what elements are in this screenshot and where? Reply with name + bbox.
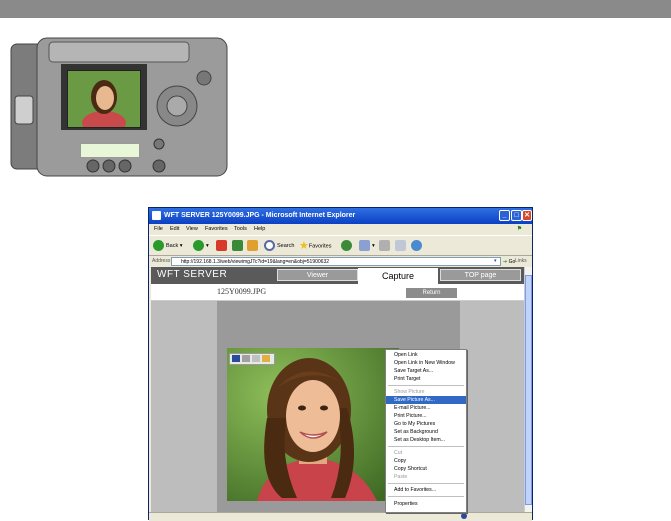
mail-icon <box>359 240 370 252</box>
camera-lcd-photo <box>67 70 141 128</box>
mail-button[interactable]: ▾ <box>359 239 375 253</box>
star-icon: ★ <box>299 240 309 252</box>
viewer-area <box>151 301 524 512</box>
close-button[interactable]: ✕ <box>522 210 532 221</box>
tab-capture[interactable]: Capture <box>358 268 438 284</box>
ie-icon <box>152 211 161 220</box>
menu-tools[interactable]: Tools <box>234 224 247 235</box>
browser-window: WFT SERVER 125Y0099.JPG - Microsoft Inte… <box>148 207 533 521</box>
menu-item-email-picture[interactable]: E-mail Picture... <box>386 404 466 412</box>
menu-item-set-background[interactable]: Set as Background <box>386 428 466 436</box>
home-button[interactable] <box>247 239 260 253</box>
menu-item-cut[interactable]: Cut <box>386 449 466 457</box>
header-bar <box>0 0 671 18</box>
title-bar: WFT SERVER 125Y0099.JPG - Microsoft Inte… <box>149 208 532 224</box>
favorites-label: Favorites <box>308 243 332 250</box>
portrait-photo[interactable] <box>227 348 399 501</box>
links-label[interactable]: Links <box>515 256 527 267</box>
menu-item-save-picture[interactable]: Save Picture As... <box>386 396 466 404</box>
site-nav: WFT SERVER Viewer Capture TOP page <box>151 267 524 284</box>
page-content: WFT SERVER Viewer Capture TOP page 125Y0… <box>151 267 524 512</box>
print-icon <box>379 240 390 252</box>
back-label: Back <box>166 243 179 249</box>
windows-logo-icon: ⚑ <box>517 226 522 232</box>
go-arrow-icon: ➔ <box>503 259 508 265</box>
address-bar: Address http://192.168.1.3/web/viewimgJT… <box>149 256 532 267</box>
status-bar <box>149 512 532 521</box>
menu-help[interactable]: Help <box>254 224 265 235</box>
menu-item-open-link-new-window[interactable]: Open Link in New Window <box>386 359 466 367</box>
home-icon <box>247 240 258 252</box>
tab-top-page[interactable]: TOP page <box>440 269 521 281</box>
menu-view[interactable]: View <box>186 224 198 235</box>
search-label: Search <box>277 243 295 249</box>
menu-separator <box>388 385 464 386</box>
print-icon[interactable] <box>242 355 250 362</box>
maximize-button[interactable]: □ <box>511 210 522 221</box>
refresh-button[interactable] <box>232 239 245 253</box>
edit-icon <box>395 240 406 252</box>
menu-item-go-to-my-pictures[interactable]: Go to My Pictures <box>386 420 466 428</box>
menu-item-properties[interactable]: Properties <box>386 500 466 508</box>
messenger-icon <box>411 240 422 252</box>
menu-separator <box>388 496 464 497</box>
minimize-button[interactable]: _ <box>499 210 510 221</box>
menu-item-paste[interactable]: Paste <box>386 473 466 481</box>
tab-viewer[interactable]: Viewer <box>277 269 358 281</box>
menu-item-show-picture[interactable]: Show Picture <box>386 388 466 396</box>
back-arrow-icon <box>153 240 164 252</box>
file-bar: 125Y0099.JPG Return <box>151 284 524 301</box>
edit-button[interactable] <box>395 239 408 253</box>
stop-button[interactable] <box>216 239 229 253</box>
menu-separator <box>388 483 464 484</box>
context-menu: Open Link Open Link in New Window Save T… <box>385 349 467 513</box>
image-toolbar <box>229 353 275 365</box>
file-name: 125Y0099.JPG <box>217 287 267 296</box>
address-dropdown-icon[interactable]: ▾ <box>494 256 497 267</box>
stop-icon <box>216 240 227 252</box>
print-button[interactable] <box>379 239 392 253</box>
refresh-icon <box>232 240 243 252</box>
forward-button[interactable]: ▾ <box>193 239 209 253</box>
folder-icon[interactable] <box>262 355 270 362</box>
messenger-button[interactable] <box>411 239 424 253</box>
menu-separator <box>388 446 464 447</box>
return-button[interactable]: Return <box>406 288 457 298</box>
menu-edit[interactable]: Edit <box>170 224 179 235</box>
search-button[interactable]: Search <box>264 239 294 253</box>
vertical-scrollbar[interactable] <box>524 267 532 512</box>
scroll-thumb[interactable] <box>525 275 532 505</box>
menu-item-open-link[interactable]: Open Link <box>386 351 466 359</box>
save-icon[interactable] <box>232 355 240 362</box>
site-brand: WFT SERVER <box>157 269 228 280</box>
address-label: Address <box>152 258 171 264</box>
camera-panel-label <box>80 143 140 158</box>
menu-item-copy[interactable]: Copy <box>386 457 466 465</box>
menu-item-add-to-favorites[interactable]: Add to Favorites... <box>386 486 466 494</box>
menu-item-copy-shortcut[interactable]: Copy Shortcut <box>386 465 466 473</box>
menu-file[interactable]: File <box>154 224 163 235</box>
camera-illustration <box>9 36 229 178</box>
mail-icon[interactable] <box>252 355 260 362</box>
favorites-button[interactable]: ★Favorites <box>299 239 332 253</box>
internet-zone-icon <box>461 513 467 519</box>
toolbar: Back ▾ ▾ Search ★Favorites ▾ <box>149 235 532 256</box>
menu-item-save-target[interactable]: Save Target As... <box>386 367 466 375</box>
address-input[interactable]: http://192.168.1.3/web/viewimgJTc?id=19&… <box>171 257 501 266</box>
menu-item-set-desktop-item[interactable]: Set as Desktop Item... <box>386 436 466 444</box>
menu-item-print-picture[interactable]: Print Picture... <box>386 412 466 420</box>
history-button[interactable] <box>341 239 354 253</box>
menu-bar: File Edit View Favorites Tools Help ⚑ <box>149 224 532 235</box>
back-button[interactable]: Back ▾ <box>153 239 183 253</box>
history-icon <box>341 240 352 252</box>
menu-item-print-target[interactable]: Print Target <box>386 375 466 383</box>
window-title: WFT SERVER 125Y0099.JPG - Microsoft Inte… <box>164 212 356 219</box>
menu-favorites[interactable]: Favorites <box>205 224 228 235</box>
search-icon <box>264 240 275 252</box>
forward-arrow-icon <box>193 240 204 252</box>
